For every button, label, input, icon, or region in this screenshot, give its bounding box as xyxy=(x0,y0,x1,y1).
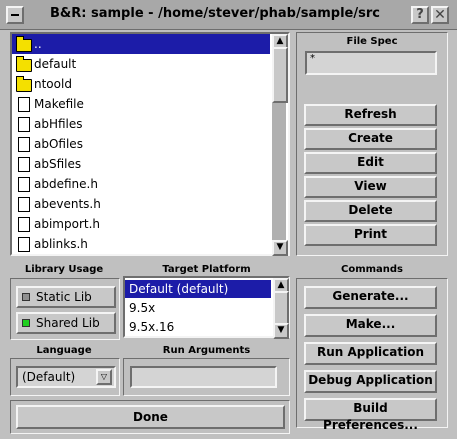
create-button[interactable]: Create xyxy=(304,128,437,150)
make-button[interactable]: Make... xyxy=(304,314,437,337)
print-button[interactable]: Print xyxy=(304,224,437,246)
window-title: B&R: sample - /home/stever/phab/sample/s… xyxy=(50,6,380,21)
title-bar: B&R: sample - /home/stever/phab/sample/s… xyxy=(0,0,457,30)
file-name: abevents.h xyxy=(34,197,101,211)
folder-icon xyxy=(16,76,32,92)
debug-application-button[interactable]: Debug Application xyxy=(304,370,437,393)
build-preferences-button[interactable]: Build Preferences... xyxy=(304,398,437,432)
commands-label: Commands xyxy=(340,264,404,275)
file-name: abOfiles xyxy=(34,137,83,151)
file-list-item[interactable]: Makefile xyxy=(12,94,270,114)
language-value: (Default) xyxy=(22,370,76,384)
generate-button[interactable]: Generate... xyxy=(304,286,437,309)
delete-button[interactable]: Delete xyxy=(304,200,437,222)
target-platform-item[interactable]: 9.5x.16 xyxy=(125,318,271,336)
file-list[interactable]: .. default ntoold Makefile abHfiles abOfiles a… xyxy=(12,34,288,256)
edit-button[interactable]: Edit xyxy=(304,152,437,174)
target-scroll-down[interactable]: ▼ xyxy=(273,323,289,339)
file-name: abimport.h xyxy=(34,217,101,231)
file-list-item[interactable]: default xyxy=(12,54,270,74)
folder-icon xyxy=(16,56,32,72)
file-icon xyxy=(18,97,30,112)
file-icon xyxy=(18,137,30,152)
file-list-item[interactable]: .. xyxy=(12,34,270,54)
folder-icon xyxy=(16,36,32,52)
file-name: ntoold xyxy=(34,77,72,91)
file-icon xyxy=(18,177,30,192)
file-spec-input[interactable]: * xyxy=(305,51,437,75)
radio-indicator xyxy=(22,319,30,327)
file-icon xyxy=(18,217,30,232)
file-list-item[interactable]: abevents.h xyxy=(12,194,270,214)
run-application-button[interactable]: Run Application xyxy=(304,342,437,365)
window-menu-icon xyxy=(11,14,19,16)
run-arguments-label: Run Arguments xyxy=(162,345,251,356)
language-combobox[interactable]: (Default) ▽ xyxy=(16,366,116,388)
target-list-scrollbar[interactable]: ▲ ▼ xyxy=(273,278,289,339)
shared-lib-button[interactable]: Shared Lib xyxy=(16,312,116,334)
file-icon xyxy=(18,197,30,212)
close-button[interactable]: ✕ xyxy=(431,6,449,24)
file-icon xyxy=(18,157,30,172)
library-usage-label: Library Usage xyxy=(24,264,104,275)
chevron-down-icon[interactable]: ▽ xyxy=(96,369,112,385)
file-name: abSfiles xyxy=(34,157,82,171)
language-label: Language xyxy=(36,345,92,356)
file-list-item[interactable]: ablinks.h xyxy=(12,234,270,254)
file-icon xyxy=(18,117,30,132)
file-icon xyxy=(18,237,30,252)
file-name: abHfiles xyxy=(34,117,83,131)
done-button[interactable]: Done xyxy=(16,405,285,429)
file-spec-label: File Spec xyxy=(346,36,398,47)
file-list-scrollbar[interactable]: ▲ ▼ xyxy=(272,34,288,256)
refresh-button[interactable]: Refresh xyxy=(304,104,437,126)
scroll-down-button[interactable]: ▼ xyxy=(272,240,288,256)
target-platform-label: Target Platform xyxy=(162,264,251,275)
static-lib-button[interactable]: Static Lib xyxy=(16,286,116,308)
file-list-item[interactable]: abSfiles xyxy=(12,154,270,174)
target-scroll-thumb[interactable] xyxy=(273,291,289,325)
view-button[interactable]: View xyxy=(304,176,437,198)
run-arguments-input[interactable] xyxy=(130,366,277,388)
file-list-item[interactable]: abOfiles xyxy=(12,134,270,154)
target-platform-item[interactable]: Default (default) xyxy=(125,280,271,298)
file-name: ablinks.h xyxy=(34,237,88,251)
lib-label: Shared Lib xyxy=(36,316,100,330)
file-list-item[interactable]: ntoold xyxy=(12,74,270,94)
file-list-item[interactable]: abdefine.h xyxy=(12,174,270,194)
file-list-item[interactable]: abHfiles xyxy=(12,114,270,134)
file-name: abdefine.h xyxy=(34,177,98,191)
radio-indicator xyxy=(22,293,30,301)
file-name: Makefile xyxy=(34,97,84,111)
file-name: default xyxy=(34,57,77,71)
lib-label: Static Lib xyxy=(36,290,92,304)
help-button[interactable]: ? xyxy=(411,6,429,24)
window-menu-button[interactable] xyxy=(6,6,24,24)
file-list-item[interactable]: abimport.h xyxy=(12,214,270,234)
scroll-thumb[interactable] xyxy=(272,47,288,103)
target-platform-list[interactable]: Default (default) 9.5x 9.5x.16 ▲ ▼ xyxy=(125,278,289,339)
target-platform-item[interactable]: 9.5x xyxy=(125,299,271,317)
file-name: .. xyxy=(34,37,42,51)
